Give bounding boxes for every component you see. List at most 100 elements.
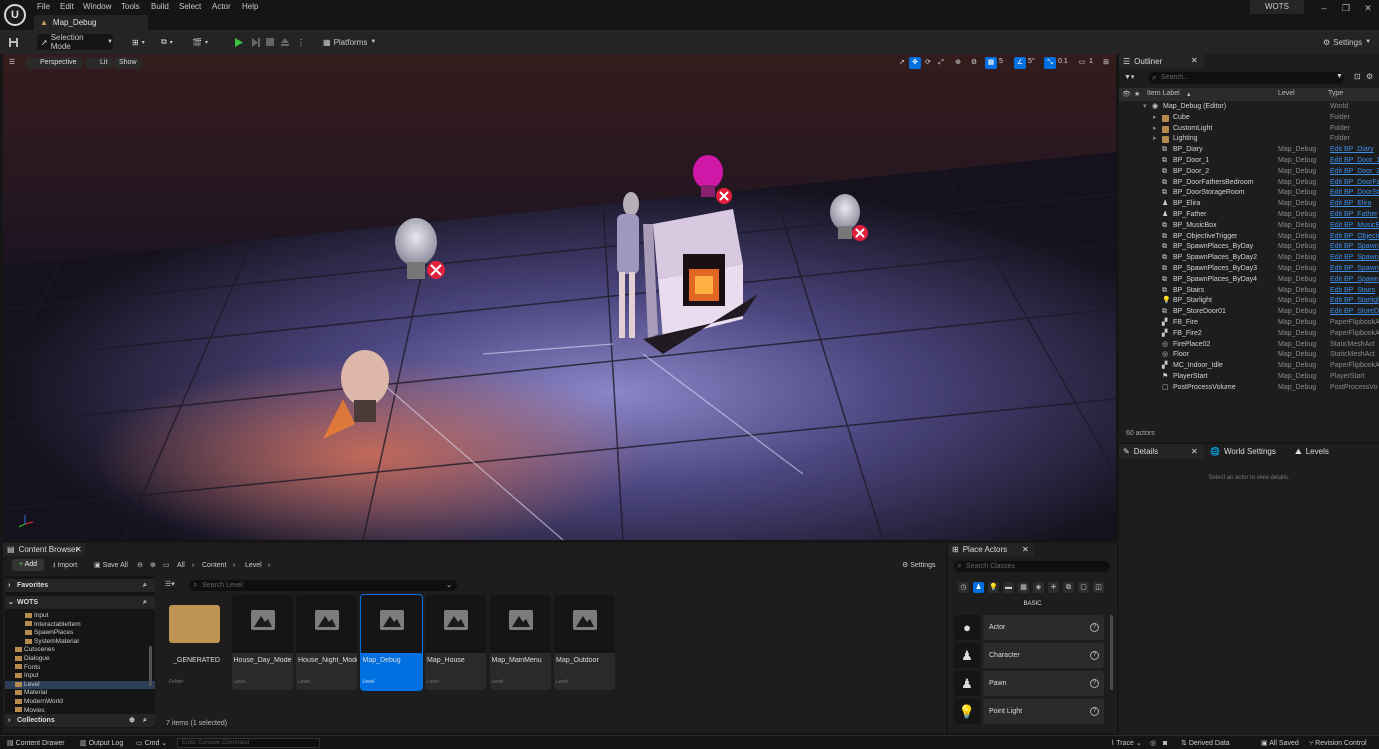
edit-blueprint-link[interactable]: Edit BP_Father (1330, 210, 1379, 221)
folder-tree-item[interactable]: ModernWorld (5, 698, 155, 707)
camera-speed-value[interactable]: 1 (1089, 58, 1093, 65)
close-tab-icon[interactable]: ✕ (1022, 545, 1029, 554)
breadcrumb-content[interactable]: Content (202, 560, 227, 572)
folder-asset-tile[interactable]: _GENERATED Folder (167, 595, 228, 690)
content-search-input[interactable]: Search Level (189, 580, 457, 591)
filter-icon[interactable]: ☰▾ (165, 580, 175, 588)
search-options-chevron-icon[interactable]: ▼ (1336, 73, 1343, 80)
folder-tree-item[interactable]: Fonts (5, 664, 155, 673)
edit-blueprint-link[interactable]: Edit BP_Door_1 (1330, 156, 1379, 167)
outliner-row[interactable]: ◎ FirePlace02 Map_Debug StaticMeshAct (1119, 340, 1379, 351)
rotate-tool-icon[interactable]: ⟳ (922, 57, 934, 69)
actor-class-item[interactable]: ● Actor? (954, 615, 1104, 640)
lit-mode-button[interactable]: Lit (85, 57, 114, 69)
outliner-row[interactable]: ⧉ BP_Stairs Map_Debug Edit BP_Stairs (1119, 286, 1379, 297)
outliner-row[interactable]: ▞ FB_Fire2 Map_Debug PaperFlipbookA (1119, 329, 1379, 340)
search-icon[interactable]: ⌕ (143, 714, 147, 727)
pin-star-icon[interactable]: ★ (1134, 90, 1140, 98)
menu-tools[interactable]: Tools (121, 2, 140, 14)
content-drawer-button[interactable]: ▤ Content Drawer (7, 738, 65, 749)
settings-dropdown[interactable]: ⚙ Settings ▼ (1323, 35, 1371, 49)
class-search-input[interactable]: Search Classes (954, 561, 1110, 572)
add-button[interactable]: + Add (12, 559, 44, 571)
level-asset-tile[interactable]: Map_Debug Level (359, 594, 423, 691)
column-type[interactable]: Type (1328, 90, 1343, 97)
actor-class-item[interactable]: ♟ Pawn? (954, 671, 1104, 696)
place-actors-tab[interactable]: ⊞ Place Actors ✕ (948, 543, 1034, 556)
volumes-category-icon[interactable]: ⁜ (1048, 582, 1059, 593)
unreal-logo-icon[interactable]: U (4, 4, 26, 26)
outliner-row[interactable]: ⚑ PlayerStart Map_Debug PlayerStart (1119, 372, 1379, 383)
edit-blueprint-link[interactable]: Edit BP_Spawn (1330, 253, 1379, 264)
save-icon[interactable] (8, 35, 19, 49)
edit-blueprint-link[interactable]: Edit BP_Elira (1330, 199, 1379, 210)
help-icon[interactable]: ? (1090, 707, 1099, 716)
level-asset-tile[interactable]: Map_House Level (425, 595, 486, 690)
folder-tree-item[interactable]: Dialogue (5, 655, 155, 664)
folder-tree-item[interactable]: SystemMaterial (5, 638, 155, 647)
outliner-row[interactable]: ⧉ BP_Door_1 Map_Debug Edit BP_Door_1 (1119, 156, 1379, 167)
outliner-row[interactable]: ⧉ BP_ObjectiveTrigger Map_Debug Edit BP_Obj… (1119, 232, 1379, 243)
outliner-row[interactable]: ♟ BP_Father Map_Debug Edit BP_Father (1119, 210, 1379, 221)
recent-category-icon[interactable]: ◷ (958, 582, 969, 593)
all-saved-button[interactable]: ▣ All Saved (1261, 738, 1299, 749)
folder-tree-item[interactable]: Cutscenes (5, 646, 155, 655)
actor-class-item[interactable]: ♟ Character? (954, 643, 1104, 668)
perspective-button[interactable]: Perspective (25, 57, 83, 69)
level-asset-tile[interactable]: Map_MainMenu Level (489, 595, 551, 690)
revision-control-button[interactable]: ⑂ Revision Control (1309, 738, 1367, 749)
edit-blueprint-link[interactable]: Edit BP_Objecti (1330, 232, 1379, 243)
world-space-icon[interactable]: ⊕ (952, 57, 964, 69)
geometry-category-icon[interactable]: ⧉ (1063, 582, 1074, 593)
close-window-icon[interactable]: ✕ (1359, 1, 1377, 15)
surface-snap-icon[interactable]: ⚙ (968, 57, 980, 69)
trace-button[interactable]: ⌇ Trace ⌄ (1111, 738, 1142, 749)
shapes-category-icon[interactable]: ▬ (1003, 582, 1014, 593)
minimize-icon[interactable]: – (1315, 1, 1333, 15)
history-back-icon[interactable]: ⊖ (137, 560, 143, 572)
outliner-row[interactable]: ▸ Lighting Folder (1119, 134, 1379, 145)
outliner-row[interactable]: ⧉ BP_Diary Map_Debug Edit BP_Diary (1119, 145, 1379, 156)
folder-tree-item[interactable]: InteractableItem (5, 621, 155, 630)
column-level[interactable]: Level (1278, 90, 1295, 97)
edit-blueprint-link[interactable]: Edit BP_Diary (1330, 145, 1379, 156)
level-asset-tile[interactable]: Map_Outdoor Level (554, 595, 615, 690)
play-icon[interactable] (233, 35, 244, 49)
outliner-row[interactable]: ◎ Floor Map_Debug StaticMeshAct (1119, 350, 1379, 361)
outliner-row[interactable]: ⧉ BP_DoorStorageRoom Map_Debug Edit BP_Door… (1119, 188, 1379, 199)
actor-class-item[interactable]: 💡 Point Light? (954, 699, 1104, 724)
translate-tool-icon[interactable]: ✥ (909, 57, 921, 69)
console-command-input[interactable]: Enter Console Command (177, 738, 320, 748)
platforms-dropdown[interactable]: ▦ Platforms ▼ (323, 35, 376, 49)
tree-scrollbar[interactable] (149, 646, 152, 686)
viewport-layout-icon[interactable]: ⊞ (1100, 57, 1112, 69)
content-settings-button[interactable]: ⚙ Settings (902, 560, 936, 572)
close-tab-icon[interactable]: ✕ (1191, 447, 1198, 456)
derived-data-button[interactable]: ⇅ Derived Data (1181, 738, 1230, 749)
visual-effects-category-icon[interactable]: ◈ (1033, 582, 1044, 593)
show-button[interactable]: Show (113, 57, 143, 69)
scale-tool-icon[interactable]: ⤢ (935, 57, 947, 69)
folder-icon[interactable]: ▭ (163, 560, 170, 572)
details-tab[interactable]: ✎ Details ✕ (1119, 444, 1204, 459)
outliner-row[interactable]: ⧉ BP_Door_2 Map_Debug Edit BP_Door_2 (1119, 167, 1379, 178)
outliner-row[interactable]: ⧉ BP_DoorFathersBedroom Map_Debug Edit BP_D… (1119, 178, 1379, 189)
search-icon[interactable]: ⌕ (143, 579, 147, 592)
search-icon[interactable]: ⌕ (143, 596, 147, 609)
edit-blueprint-link[interactable]: Edit BP_Spawn (1330, 264, 1379, 275)
edit-blueprint-link[interactable]: Edit BP_Door_2 (1330, 167, 1379, 178)
help-icon[interactable]: ? (1090, 679, 1099, 688)
favorites-header[interactable]: › Favorites ⌕ (5, 579, 155, 592)
cinematic-category-icon[interactable]: ▦ (1018, 582, 1029, 593)
stop-icon[interactable] (265, 35, 275, 49)
menu-select[interactable]: Select (179, 2, 201, 14)
menu-file[interactable]: File (37, 2, 50, 14)
all-classes-category-icon[interactable]: ▢ (1078, 582, 1089, 593)
levels-tab[interactable]: ⛰ Levels (1291, 444, 1351, 459)
outliner-row[interactable]: ⧉ BP_SpawnPlaces_ByDay2 Map_Debug Edit BP_S… (1119, 253, 1379, 264)
create-folder-icon[interactable]: ⊡ (1354, 72, 1361, 81)
lights-category-icon[interactable]: 💡 (988, 582, 999, 593)
folder-tree-item[interactable]: Input (5, 672, 155, 681)
outliner-row[interactable]: ⧉ BP_StoreDoor01 Map_Debug Edit BP_StoreD (1119, 307, 1379, 318)
edit-blueprint-link[interactable]: Edit BP_Stairs (1330, 286, 1379, 297)
